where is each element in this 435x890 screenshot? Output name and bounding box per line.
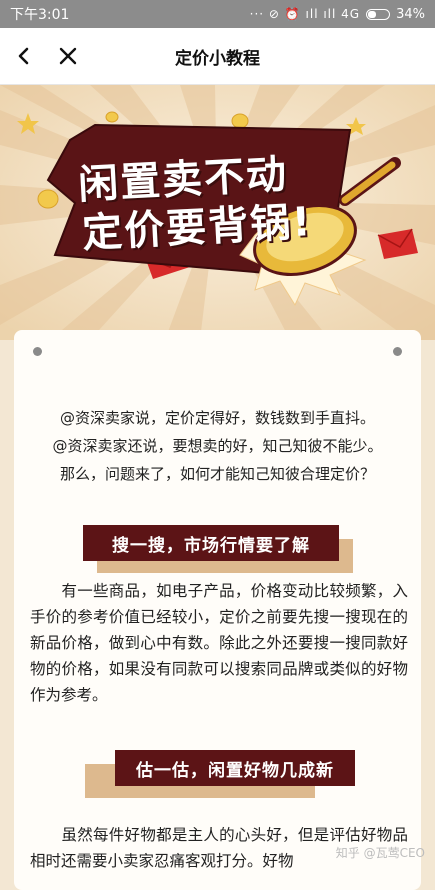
decorative-dot: [33, 347, 42, 356]
intro-line: 那么，问题来了，如何才能知己知彼合理定价？: [59, 465, 375, 483]
heading-label: 搜一搜，市场行情要了解: [83, 525, 339, 561]
coin-icon: [37, 189, 59, 209]
content-card: @资深卖家说，定价定得好，数钱数到手直抖。 @资深卖家还说，要想卖的好，知己知彼…: [14, 330, 421, 890]
status-indicator-icons: ··· ⊘ ⏰ ıll ıll 4G: [249, 7, 361, 21]
banner-illustration: 闲置卖不动 定价要背锅!: [0, 85, 435, 340]
section-heading-search: 搜一搜，市场行情要了解: [83, 525, 353, 573]
intro-line: @资深卖家说，定价定得好，数钱数到手直抖。: [59, 409, 375, 427]
heading-label: 估一估，闲置好物几成新: [115, 750, 355, 786]
status-bar: 下午3:01 ··· ⊘ ⏰ ıll ıll 4G 34%: [0, 0, 435, 28]
decorative-dot: [393, 347, 402, 356]
coin-icon: [231, 113, 249, 129]
banner-title-line2: 定价要背锅!: [81, 199, 314, 257]
section-paragraph: 有一些商品，如电子产品，价格变动比较频繁，入手价的参考价值已经较小，定价之前要先…: [30, 582, 408, 704]
back-button[interactable]: [4, 36, 44, 76]
intro-text: @资深卖家说，定价定得好，数钱数到手直抖。 @资深卖家还说，要想卖的好，知己知彼…: [14, 404, 421, 488]
intro-line: @资深卖家还说，要想卖的好，知己知彼不能少。: [52, 437, 383, 455]
battery-icon: [366, 8, 391, 20]
close-button[interactable]: [48, 36, 88, 76]
watermark: 知乎 @瓦莺CEO: [335, 846, 425, 860]
section-heading-estimate: 估一估，闲置好物几成新: [85, 750, 360, 798]
nav-bar: 定价小教程: [0, 28, 435, 85]
chevron-left-icon: [18, 47, 29, 65]
status-time: 下午3:01: [10, 7, 70, 23]
status-icons: ··· ⊘ ⏰ ıll ıll 4G 34%: [250, 7, 425, 22]
coin-icon: [105, 111, 119, 123]
close-icon: [59, 47, 77, 65]
battery-percent: 34%: [396, 6, 425, 22]
